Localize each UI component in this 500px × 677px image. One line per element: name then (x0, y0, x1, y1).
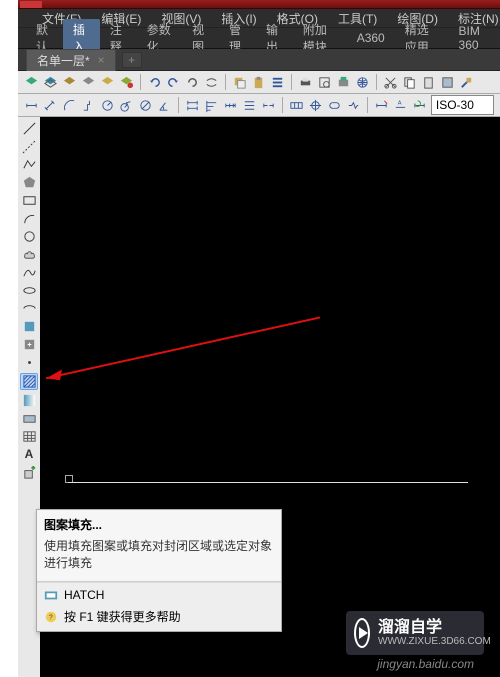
layer-6-icon[interactable] (119, 75, 134, 90)
workspace: A 溜溜自学 WWW.ZIXUE.3D66.COM jingyan.baidu.… (18, 117, 500, 677)
watermark: jingyan.baidu.com (377, 657, 474, 671)
dim-diameter-icon[interactable] (138, 98, 153, 113)
block-icon[interactable] (21, 319, 37, 334)
tooltip-title: 图案填充... (37, 510, 281, 535)
help-icon: ? (44, 610, 58, 624)
quick-dim-icon[interactable] (185, 98, 200, 113)
update-icon[interactable] (412, 98, 427, 113)
mtext-icon[interactable]: A (21, 447, 37, 462)
tooltip-f1: 按 F1 键获得更多帮助 (64, 608, 181, 625)
titlebar (18, 0, 500, 9)
center-icon[interactable] (308, 98, 323, 113)
gradient-icon[interactable] (21, 393, 37, 408)
layer-4-icon[interactable] (81, 75, 96, 90)
point-icon[interactable] (21, 355, 37, 370)
paste-icon[interactable] (251, 75, 266, 90)
preview-icon[interactable] (317, 75, 332, 90)
dim-linear-icon[interactable] (24, 98, 39, 113)
polygon-icon[interactable] (21, 175, 37, 190)
arc-icon[interactable] (21, 211, 37, 226)
brand-cn: 溜溜自学 (378, 619, 491, 637)
block-make-icon[interactable] (21, 337, 37, 352)
table-icon[interactable] (21, 429, 37, 444)
copy-icon[interactable] (232, 75, 247, 90)
match-icon[interactable] (459, 75, 474, 90)
file-new-tab[interactable]: + (122, 52, 142, 68)
copy2-icon[interactable] (402, 75, 417, 90)
clip-icon[interactable] (440, 75, 455, 90)
file-tab-label: 名单一层* (37, 52, 90, 69)
dim-arc-icon[interactable] (62, 98, 77, 113)
region-icon[interactable] (21, 411, 37, 426)
app-icon (20, 1, 42, 8)
brand-badge: 溜溜自学 WWW.ZIXUE.3D66.COM (346, 611, 484, 655)
file-tab-active[interactable]: 名单一层* × (26, 49, 116, 71)
line-icon[interactable] (21, 121, 37, 136)
plot-icon[interactable] (336, 75, 351, 90)
rectangle-icon[interactable] (21, 193, 37, 208)
addselect-icon[interactable] (21, 465, 37, 480)
dim-jog-icon[interactable] (119, 98, 134, 113)
layer-1-icon[interactable] (24, 75, 39, 90)
toolbar-row-1 (18, 71, 500, 94)
spline-icon[interactable] (21, 265, 37, 280)
undo-icon[interactable] (147, 75, 162, 90)
cut-icon[interactable] (383, 75, 398, 90)
toolbar-row-2: A ISO-30 (18, 94, 500, 117)
tolerance-icon[interactable] (289, 98, 304, 113)
svg-text:A: A (398, 100, 402, 106)
hatch-icon[interactable] (20, 373, 38, 390)
inspect-icon[interactable] (327, 98, 342, 113)
paste2-icon[interactable] (421, 75, 436, 90)
dim-ord-icon[interactable] (81, 98, 96, 113)
tooltip-cmd: HATCH (64, 588, 104, 602)
layer-2-icon[interactable] (43, 75, 58, 90)
hatch-tooltip: 图案填充... 使用填充图案或填充对封闭区域或选定对象进行填充 HATCH ? … (36, 509, 282, 632)
globe-icon[interactable] (355, 75, 370, 90)
brand-en: WWW.ZIXUE.3D66.COM (378, 636, 491, 647)
baseline-icon[interactable] (204, 98, 219, 113)
play-circle-icon (354, 618, 370, 648)
xline-icon[interactable] (21, 139, 37, 154)
svg-text:?: ? (49, 614, 53, 621)
dimedit-icon[interactable] (374, 98, 389, 113)
command-icon (44, 588, 58, 602)
dim-angular-icon[interactable] (157, 98, 172, 113)
file-close-icon[interactable]: × (98, 53, 105, 67)
jogline-icon[interactable] (346, 98, 361, 113)
redo-icon[interactable] (166, 75, 181, 90)
drawn-line (68, 482, 468, 483)
tooltip-desc: 使用填充图案或填充对封闭区域或选定对象进行填充 (37, 535, 281, 577)
list-icon[interactable] (270, 75, 285, 90)
layer-5-icon[interactable] (100, 75, 115, 90)
ellipse-arc-icon[interactable] (21, 301, 37, 316)
ellipse-icon[interactable] (21, 283, 37, 298)
print-icon[interactable] (298, 75, 313, 90)
circle-icon[interactable] (21, 229, 37, 244)
sync-icon[interactable] (204, 75, 219, 90)
dimbreak-icon[interactable] (261, 98, 276, 113)
dim-style-combo[interactable]: ISO-30 (431, 95, 494, 115)
revcloud-icon[interactable] (21, 247, 37, 262)
layer-3-icon[interactable] (62, 75, 77, 90)
file-tabs: 名单一层* × + (18, 49, 500, 71)
dimspace-icon[interactable] (242, 98, 257, 113)
polyline-icon[interactable] (21, 157, 37, 172)
continue-icon[interactable] (223, 98, 238, 113)
refresh-icon[interactable] (185, 75, 200, 90)
dimtedit-icon[interactable]: A (393, 98, 408, 113)
ribbon-tabs: 默认 插入 注释 参数化 视图 管理 输出 附加模块 A360 精选应用 BIM… (18, 28, 500, 49)
dim-radius-icon[interactable] (100, 98, 115, 113)
dim-aligned-icon[interactable] (43, 98, 58, 113)
tab-a360[interactable]: A360 (347, 29, 395, 47)
